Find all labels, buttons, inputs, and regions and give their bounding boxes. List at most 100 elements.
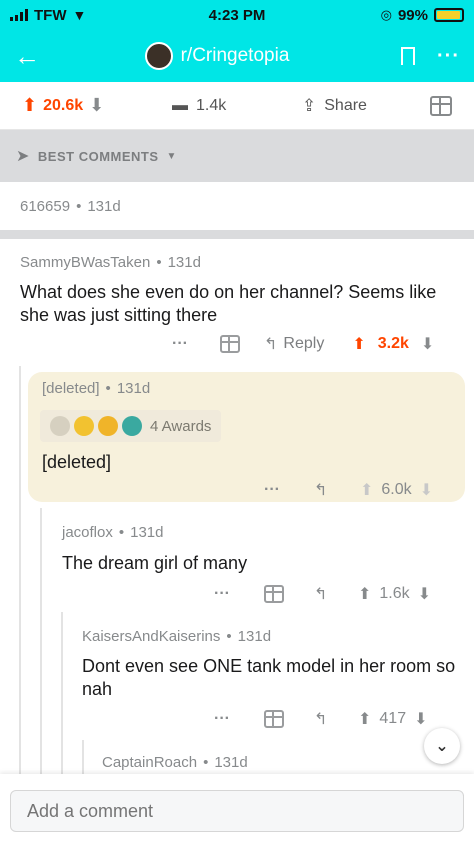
downvote-icon[interactable]: ⬇	[418, 584, 431, 604]
chevron-down-icon: ▼	[166, 150, 177, 162]
post-score: 20.6k	[43, 96, 84, 114]
share-icon: ⇪	[302, 95, 317, 115]
upvote-icon[interactable]: ⬆	[22, 95, 37, 116]
rocket-icon: ➤	[16, 148, 30, 165]
downvote-icon[interactable]: ⬇	[420, 480, 433, 500]
downvote-icon[interactable]: ⬇	[421, 334, 434, 354]
alarm-icon: ◎	[380, 7, 392, 22]
add-comment-input[interactable]	[10, 790, 464, 832]
comment-user[interactable]: jacoflox	[62, 524, 113, 541]
thread-line	[40, 508, 42, 776]
carrier-label: TFW	[34, 6, 67, 24]
downvote-icon[interactable]: ⬇	[89, 95, 104, 116]
gift-icon[interactable]	[264, 710, 284, 728]
thread-line	[82, 740, 84, 776]
deleted-comment-meta: 616659 • 131d	[20, 198, 121, 215]
signal-icon	[10, 9, 28, 21]
gift-icon[interactable]	[220, 335, 240, 353]
comment-user[interactable]: 616659	[20, 198, 70, 215]
comment-user[interactable]: [deleted]	[42, 380, 100, 397]
gift-icon[interactable]	[264, 585, 284, 603]
comment-score: 3.2k	[377, 335, 409, 352]
status-left: TFW ▼	[10, 7, 170, 24]
reply-icon[interactable]: ↰	[314, 709, 358, 729]
bookmark-icon[interactable]	[401, 47, 416, 65]
comment-text: Dont even see ONE tank model in her room…	[82, 656, 456, 699]
comment-age: 131d	[237, 628, 272, 645]
more-icon[interactable]: ···	[172, 335, 220, 353]
more-icon[interactable]: ···	[214, 585, 264, 603]
comment-age: 131d	[130, 524, 164, 541]
back-arrow-icon[interactable]: ←	[14, 41, 54, 72]
more-icon[interactable]: ···	[214, 710, 264, 728]
sort-label: BEST COMMENTS	[37, 148, 159, 164]
status-time: 4:23 PM	[208, 6, 266, 24]
award-icon	[98, 416, 118, 436]
more-options-icon[interactable]: ···	[437, 45, 460, 68]
subreddit-name: r/Cringetopia	[180, 45, 290, 66]
comment-age: 131d	[214, 754, 248, 771]
post-vote: ⬆ 20.6k ⬇	[22, 95, 172, 116]
gift-icon[interactable]	[430, 95, 452, 116]
award-icon	[74, 416, 94, 436]
share-label: Share	[324, 96, 367, 114]
vote-control: ⬆ 3.2k ⬇	[352, 334, 434, 354]
sort-bar[interactable]: ➤ BEST COMMENTS ▼	[0, 130, 474, 182]
awards-label: 4 Awards	[150, 417, 212, 435]
comment-actions: ··· ↰ ⬆ 1.6k ⬇	[214, 584, 431, 604]
reply-button[interactable]: ↰ Reply	[264, 334, 324, 354]
comment-age: 131d	[87, 198, 121, 215]
comment-score: 417	[379, 710, 407, 727]
upvote-icon[interactable]: ⬆	[352, 334, 365, 354]
subreddit-avatar	[144, 42, 173, 70]
thread-line	[61, 612, 63, 776]
comment-meta: SammyBWasTaken • 131d	[20, 254, 201, 271]
post-comments-count[interactable]: ▬ 1.4k	[172, 97, 302, 115]
comment-text: What does she even do on her channel? Se…	[20, 282, 437, 325]
more-icon[interactable]: ···	[264, 481, 314, 499]
share-button[interactable]: ⇪ Share	[302, 96, 430, 116]
separator	[0, 230, 474, 239]
wifi-icon: ▼	[72, 7, 87, 23]
reply-label: Reply	[283, 335, 325, 352]
comments-label: 1.4k	[196, 96, 227, 114]
awards-strip[interactable]: 4 Awards	[40, 410, 222, 442]
upvote-icon[interactable]: ⬆	[358, 584, 371, 604]
comment-actions: ··· ↰ ⬆ 417 ⬇	[214, 709, 428, 729]
award-icon	[50, 416, 70, 436]
comment-icon: ▬	[172, 96, 188, 114]
upvote-icon[interactable]: ⬆	[360, 480, 373, 500]
battery-label: 99%	[397, 6, 428, 24]
comment-actions: ··· ↰ ⬆ 6.0k ⬇	[264, 480, 433, 500]
comment-age: 131d	[116, 380, 151, 397]
app-header: ← r/Cringetopia ···	[0, 30, 474, 82]
comment-score: 6.0k	[381, 481, 412, 498]
comment-age: 131d	[167, 254, 201, 271]
comment-meta: CaptainRoach • 131d	[102, 754, 248, 771]
comment-composer	[0, 774, 474, 842]
comment-text: The dream girl of many	[62, 553, 248, 573]
comment-text: [deleted]	[42, 452, 112, 472]
status-bar: TFW ▼ 4:23 PM ◎ 99%	[0, 0, 474, 30]
comment-user[interactable]: CaptainRoach	[102, 754, 197, 771]
reply-icon[interactable]: ↰	[314, 480, 360, 500]
next-comment-button[interactable]: ⌄	[424, 728, 460, 764]
comment-meta: [deleted] • 131d	[42, 380, 151, 397]
battery-icon	[434, 8, 464, 22]
award-icon	[122, 416, 142, 436]
subreddit-title[interactable]: r/Cringetopia	[54, 42, 380, 70]
comment-user[interactable]: KaisersAndKaiserins	[82, 628, 220, 645]
reply-icon: ↰	[264, 336, 278, 353]
comment-actions: ··· ↰ Reply ⬆ 3.2k ⬇	[172, 334, 434, 354]
header-icons: ···	[380, 45, 460, 68]
upvote-icon[interactable]: ⬆	[358, 709, 371, 729]
reply-icon[interactable]: ↰	[314, 584, 358, 604]
comment-meta: jacoflox • 131d	[62, 524, 164, 541]
comment-score: 1.6k	[379, 585, 410, 602]
downvote-icon[interactable]: ⬇	[414, 709, 427, 729]
comment-user[interactable]: SammyBWasTaken	[20, 254, 150, 271]
post-action-bar: ⬆ 20.6k ⬇ ▬ 1.4k ⇪ Share	[0, 82, 474, 130]
status-right: ◎ 99%	[304, 7, 464, 24]
comment-meta: KaisersAndKaiserins • 131d	[82, 628, 272, 645]
double-chevron-down-icon: ⌄	[435, 738, 449, 755]
